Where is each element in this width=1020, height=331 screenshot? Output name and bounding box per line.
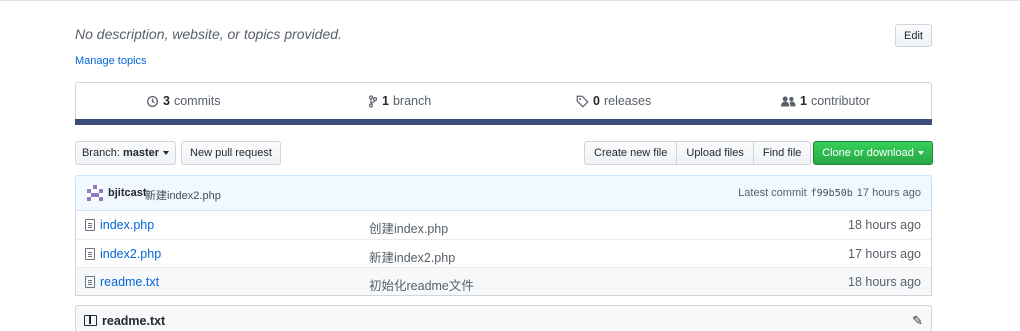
chevron-down-icon [163,151,170,155]
find-file-button[interactable]: Find file [752,141,812,165]
commit-author-link[interactable]: bjitcast [108,187,147,199]
history-icon [146,95,159,107]
table-row: index.php 创建index.php 18 hours ago [76,211,931,239]
repo-description: No description, website, or topics provi… [75,26,342,42]
latest-commit-bar: bjitcast 新建index2.php Latest commit f99b… [75,175,932,211]
branch-label: branch [392,94,432,108]
commit-sha-link[interactable]: f99b50b [811,187,853,199]
manage-topics-link[interactable]: Manage topics [75,55,147,67]
language-bar[interactable] [75,119,932,125]
contributors-link[interactable]: 1 contributor [781,94,870,108]
releases-count: 0 [593,94,600,108]
file-name-link[interactable]: index2.php [100,247,161,261]
commit-message-link[interactable]: 新建index2.php [145,187,221,203]
contributor-label: contributor [810,94,871,108]
file-icon [85,219,95,231]
file-commit-message-link[interactable]: 创建index.php [369,218,448,237]
branch-icon [368,94,378,108]
repo-numbers-summary: 3 commits 1 branch 0 releases 1 contribu… [75,82,932,120]
file-icon [85,248,95,260]
branch-count: 1 [382,94,389,108]
table-row: index2.php 新建index2.php 17 hours ago [76,239,931,267]
people-icon [781,96,796,106]
file-list: index.php 创建index.php 18 hours ago index… [75,211,932,296]
file-actions-group: Create new file Upload files Find file [584,141,812,165]
releases-link[interactable]: 0 releases [576,94,651,108]
file-age: 17 hours ago [848,247,921,261]
avatar[interactable] [87,185,103,201]
table-row: readme.txt 初始化readme文件 18 hours ago [76,267,931,295]
commit-age: 17 hours ago [856,187,921,199]
upload-files-button[interactable]: Upload files [676,141,754,165]
tag-icon [576,95,589,108]
readme-header: readme.txt ✎ [75,305,932,331]
file-icon [85,276,95,288]
branch-name: master [122,147,160,159]
file-age: 18 hours ago [848,218,921,232]
file-name-link[interactable]: index.php [100,218,154,232]
branch-select-button[interactable]: Branch: master [75,141,176,165]
branch-prefix: Branch: [81,147,120,159]
clone-label: Clone or download [822,147,914,159]
chevron-down-icon [917,151,924,155]
new-pull-request-button[interactable]: New pull request [181,141,281,165]
branches-link[interactable]: 1 branch [368,94,431,108]
latest-commit-info: Latest commit f99b50b 17 hours ago [738,187,921,199]
clone-or-download-button[interactable]: Clone or download [813,141,933,165]
commits-count: 3 [163,94,170,108]
readme-title: readme.txt [102,314,166,328]
commits-link[interactable]: 3 commits [146,94,220,108]
releases-label: releases [603,94,652,108]
latest-commit-label: Latest commit [738,187,807,199]
commits-label: commits [173,94,221,108]
contributor-count: 1 [800,94,807,108]
file-commit-message-link[interactable]: 新建index2.php [369,247,455,266]
file-commit-message-link[interactable]: 初始化readme文件 [369,275,474,294]
file-name-link[interactable]: readme.txt [100,275,159,289]
pencil-icon[interactable]: ✎ [912,313,923,329]
edit-description-button[interactable]: Edit [895,24,932,47]
book-icon [84,315,97,326]
file-age: 18 hours ago [848,275,921,289]
create-new-file-button[interactable]: Create new file [584,141,678,165]
header-divider [0,0,1020,1]
